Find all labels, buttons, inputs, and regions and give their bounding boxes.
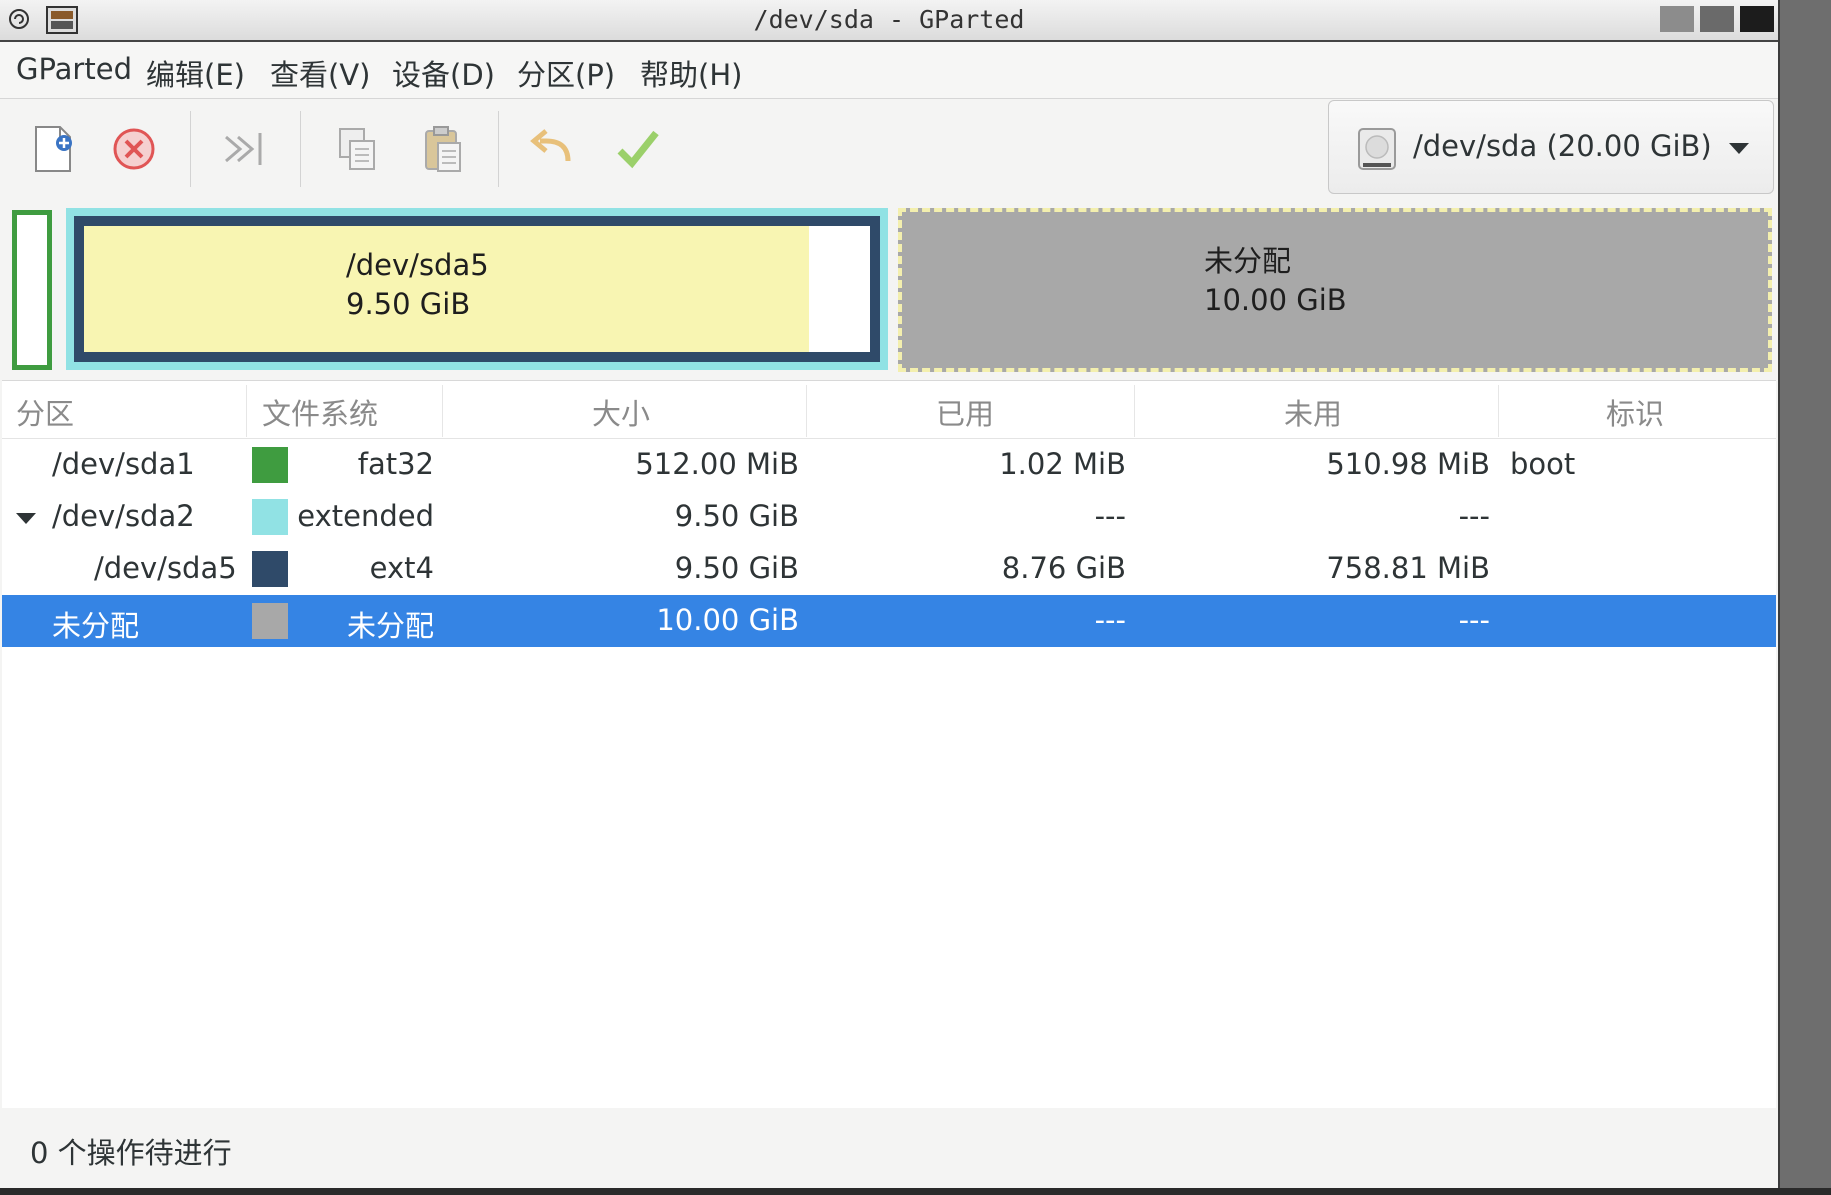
menu-help[interactable]: 帮助(H) [640, 52, 742, 94]
diskmap-unallocated-size: 10.00 GiB [1204, 283, 1347, 317]
diskmap-unallocated[interactable]: 未分配 10.00 GiB [898, 208, 1772, 372]
new-icon[interactable] [26, 121, 82, 177]
column-divider [1498, 385, 1499, 437]
cell-partition: /dev/sda5 [94, 551, 237, 585]
cell-size: 512.00 MiB [635, 447, 799, 481]
harddisk-icon [1358, 128, 1396, 170]
cell-partition: /dev/sda1 [52, 447, 195, 481]
title-bar: /dev/sda - GParted [0, 0, 1778, 42]
column-divider [442, 385, 443, 437]
cell-size: 9.50 GiB [674, 499, 799, 533]
cell-filesystem: ext4 [369, 551, 434, 585]
device-label: /dev/sda (20.00 GiB) [1413, 129, 1712, 163]
filesystem-color-swatch [252, 551, 288, 587]
window-title: /dev/sda - GParted [753, 5, 1025, 34]
cell-unused: 758.81 MiB [1326, 551, 1490, 585]
cell-partition: /dev/sda2 [52, 499, 195, 533]
toolbar-separator [190, 111, 191, 187]
cell-size: 9.50 GiB [674, 551, 799, 585]
menu-gparted[interactable]: GParted [16, 52, 132, 86]
column-header-partition[interactable]: 分区 [16, 391, 74, 433]
cell-filesystem: extended [297, 499, 434, 533]
diskmap-unallocated-label: 未分配 10.00 GiB [1204, 242, 1347, 320]
device-selector[interactable]: /dev/sda (20.00 GiB) [1328, 100, 1774, 194]
cell-unused: 510.98 MiB [1326, 447, 1490, 481]
cell-used: 1.02 MiB [999, 447, 1126, 481]
diskmap-sda5-size: 9.50 GiB [346, 287, 471, 321]
cell-flags: boot [1510, 447, 1576, 481]
cell-partition: 未分配 [52, 609, 140, 643]
gparted-window: /dev/sda - GParted GParted 编辑(E) 查看(V) 设… [0, 0, 1780, 1188]
cell-unused: --- [1458, 499, 1490, 533]
filesystem-color-swatch [252, 499, 288, 535]
filesystem-color-swatch [252, 447, 288, 483]
pending-operations-status: 0 个操作待进行 [30, 1136, 232, 1170]
cell-filesystem: 未分配 [346, 609, 434, 643]
diskmap-partition-sda1[interactable] [12, 210, 52, 370]
cell-used: 8.76 GiB [1001, 551, 1126, 585]
menu-partition[interactable]: 分区(P) [517, 52, 615, 94]
menu-device[interactable]: 设备(D) [392, 52, 495, 94]
column-header-unused[interactable]: 未用 [1284, 391, 1342, 433]
cell-size: 10.00 GiB [656, 603, 799, 637]
table-row[interactable]: /dev/sda2 extended 9.50 GiB --- --- [2, 491, 1776, 543]
diskmap-unallocated-name: 未分配 [1204, 244, 1292, 278]
cell-used: --- [1094, 499, 1126, 533]
column-divider [1134, 385, 1135, 437]
column-header-filesystem[interactable]: 文件系统 [262, 391, 378, 433]
table-row[interactable]: /dev/sda1 fat32 512.00 MiB 1.02 MiB 510.… [2, 439, 1776, 491]
column-header-used[interactable]: 已用 [936, 391, 994, 433]
diskmap-sda5-label: /dev/sda5 9.50 GiB [346, 246, 489, 324]
undo-icon[interactable] [526, 121, 582, 177]
status-bar: 0 个操作待进行 [0, 1108, 1778, 1188]
table-row[interactable]: /dev/sda5 ext4 9.50 GiB 8.76 GiB 758.81 … [2, 543, 1776, 595]
cell-used: --- [1094, 603, 1126, 637]
minimize-button[interactable] [1660, 6, 1694, 32]
cell-unused: --- [1458, 603, 1490, 637]
column-header-flags[interactable]: 标识 [1606, 391, 1664, 433]
close-button[interactable] [1740, 6, 1774, 32]
paste-icon[interactable] [416, 121, 472, 177]
screen-bottom-edge [0, 1188, 1831, 1195]
cell-filesystem: fat32 [357, 447, 434, 481]
toolbar-separator [300, 111, 301, 187]
table-row-selected[interactable]: 未分配 未分配 10.00 GiB --- --- [2, 595, 1776, 647]
partition-table: 分区 文件系统 大小 已用 未用 标识 /dev/sda1 fat32 512.… [2, 380, 1776, 1109]
toolbar-separator [498, 111, 499, 187]
column-divider [806, 385, 807, 437]
maximize-button[interactable] [1700, 6, 1734, 32]
diskmap-sda5-name: /dev/sda5 [346, 248, 489, 282]
chevron-down-icon [1729, 143, 1749, 154]
resize-move-icon[interactable] [216, 121, 272, 177]
column-header-size[interactable]: 大小 [592, 391, 650, 433]
expander-arrow-icon[interactable] [16, 513, 36, 524]
filesystem-color-swatch [252, 603, 288, 639]
apply-icon[interactable] [610, 121, 666, 177]
menu-view[interactable]: 查看(V) [270, 52, 370, 94]
column-divider [246, 385, 247, 437]
menu-edit[interactable]: 编辑(E) [146, 52, 245, 94]
copy-icon[interactable] [330, 121, 386, 177]
delete-icon[interactable] [106, 121, 162, 177]
table-header: 分区 文件系统 大小 已用 未用 标识 [2, 381, 1776, 439]
diskmap-partition-sda5[interactable]: /dev/sda5 9.50 GiB [74, 216, 880, 362]
disk-map: /dev/sda5 9.50 GiB 未分配 10.00 GiB [0, 204, 1778, 380]
menu-bar: GParted 编辑(E) 查看(V) 设备(D) 分区(P) 帮助(H) [0, 42, 1778, 99]
